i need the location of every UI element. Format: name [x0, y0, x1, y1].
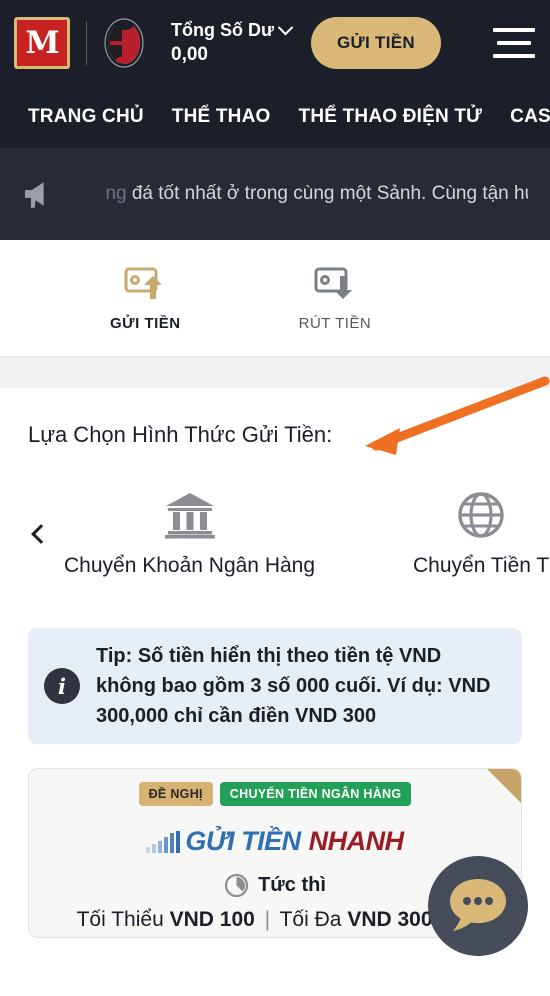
badge-method: CHUYỂN TIỀN NGÂN HÀNG — [219, 782, 412, 806]
main-navigation: TRANG CHỦ THỂ THAO THỂ THAO ĐIỆN TỬ CASI… — [0, 86, 550, 148]
announcement-bar: ng đá tốt nhất ở trong cùng một Sảnh. Cù… — [0, 148, 550, 240]
hamburger-line — [493, 54, 535, 58]
brand-logos[interactable]: M — [14, 17, 145, 69]
chat-bubble-icon — [450, 879, 506, 931]
ac-milan-crest-icon — [104, 18, 144, 68]
min-label: Tối Thiểu — [76, 908, 164, 931]
section-divider — [0, 356, 550, 388]
tab-withdraw[interactable]: RÚT TIỀN — [299, 265, 372, 332]
megaphone-icon — [24, 182, 44, 208]
hamburger-line — [493, 28, 535, 32]
provider-logo-part2: NHANH — [308, 826, 405, 856]
hamburger-line — [497, 41, 531, 45]
badge-recommended: ĐỀ NGHỊ — [138, 782, 213, 806]
tip-line-3: 300,000 chỉ cần điền VND 300 — [96, 705, 377, 727]
clock-icon — [224, 873, 249, 898]
info-icon: i — [44, 668, 80, 704]
balance-display[interactable]: Tổng Số Dư 0,00 — [171, 19, 294, 67]
deposit-wallet-icon — [124, 267, 163, 299]
announcement-text-dim: ng — [105, 183, 127, 204]
globe-icon — [458, 492, 504, 538]
card-badges: ĐỀ NGHỊ CHUYỂN TIỀN NGÂN HÀNG — [29, 782, 521, 806]
provider-logo: GỬI TIỀN NHANH — [29, 826, 521, 857]
top-bar: M Tổng Số Dư 0,00 GỬI TIỀN — [0, 0, 550, 86]
max-label: Tối Đa — [279, 908, 342, 931]
balance-value: 0,00 — [171, 44, 208, 66]
method-online-transfer-label: Chuyển Tiền T — [413, 554, 550, 577]
announcement-text-main: đá tốt nhất ở trong cùng một Sảnh. Cùng … — [131, 183, 528, 204]
balance-label-row[interactable]: Tổng Số Dư — [171, 19, 294, 41]
nav-item-home[interactable]: TRANG CHỦ — [28, 106, 144, 128]
limits-separator: | — [264, 908, 271, 931]
method-online-transfer[interactable]: Chuyển Tiền T — [413, 490, 549, 578]
wallet-tabs: GỬI TIỀN RÚT TIỀN — [0, 240, 550, 356]
nav-item-esports[interactable]: THỂ THAO ĐIỆN TỬ — [299, 106, 483, 128]
chevron-down-icon[interactable] — [277, 19, 294, 35]
deposit-button[interactable]: GỬI TIỀN — [311, 17, 441, 69]
provider-logo-part1: GỬI TIỀN — [185, 826, 301, 856]
pixel-pattern-icon — [146, 830, 182, 853]
withdraw-wallet-icon — [314, 267, 352, 299]
card-corner-ribbon — [487, 769, 521, 803]
nav-item-sports[interactable]: THỂ THAO — [172, 106, 271, 128]
method-bank-transfer[interactable]: Chuyển Khoản Ngân Hàng — [64, 490, 315, 578]
carousel-prev-icon[interactable] — [31, 524, 51, 544]
hamburger-menu-icon[interactable] — [492, 23, 536, 63]
payment-method-carousel: Chuyển Khoản Ngân Hàng Chuyển Tiền T — [0, 474, 550, 594]
tip-banner: i Tip: Số tiền hiển thị theo tiền tệ VND… — [28, 628, 522, 744]
tip-line-1: Tip: Số tiền hiển thị theo tiền tệ VND — [96, 645, 442, 667]
tip-line-2: không bao gồm 3 số 000 cuối. Ví dụ: VND — [96, 675, 491, 697]
site-logo-icon[interactable]: M — [14, 17, 70, 69]
logo-divider — [86, 21, 87, 65]
tab-deposit[interactable]: GỬI TIỀN — [110, 265, 181, 332]
nav-item-casino[interactable]: CASINO — [510, 106, 550, 128]
tab-deposit-label: GỬI TIỀN — [110, 314, 181, 332]
balance-label: Tổng Số Dư — [171, 19, 275, 40]
bank-icon — [164, 493, 215, 539]
processing-speed-label: Tức thì — [258, 874, 326, 896]
tip-text: Tip: Số tiền hiển thị theo tiền tệ VND k… — [96, 641, 491, 731]
tab-withdraw-label: RÚT TIỀN — [298, 314, 372, 332]
method-bank-transfer-label: Chuyển Khoản Ngân Hàng — [64, 554, 316, 577]
chat-support-button[interactable] — [428, 856, 528, 956]
choose-method-title: Lựa Chọn Hình Thức Gửi Tiền: — [28, 422, 333, 447]
announcement-text: ng đá tốt nhất ở trong cùng một Sảnh. Cù… — [105, 183, 528, 205]
min-value: VND 100 — [169, 908, 255, 931]
